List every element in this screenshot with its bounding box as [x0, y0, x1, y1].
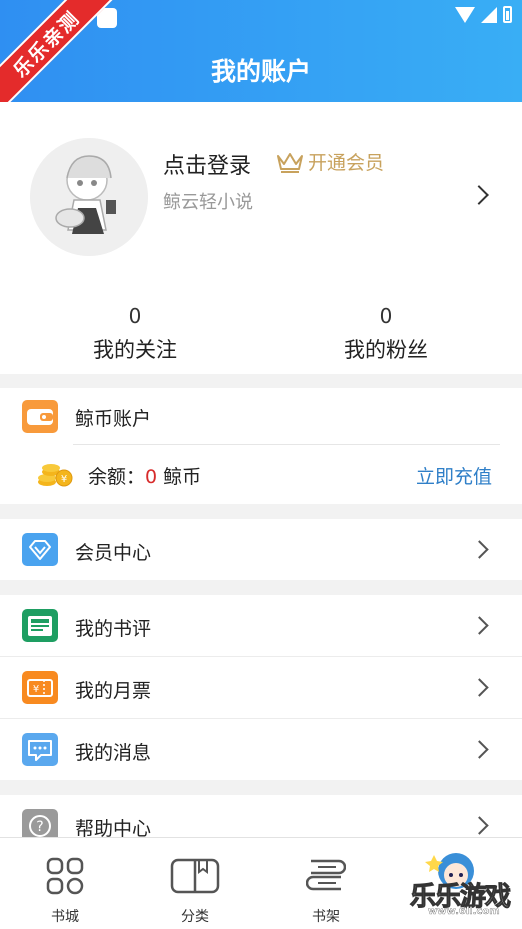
bookshelf-icon: [305, 859, 347, 891]
wallet-header[interactable]: 鲸币账户: [0, 388, 522, 444]
balance-unit: 鲸币: [163, 466, 202, 488]
profile-card: 点击登录 开通会员 鲸云轻小说 0 我的关注 0 我的粉丝: [0, 102, 522, 374]
wallet-title: 鲸币账户: [75, 408, 152, 430]
wifi-icon: [455, 6, 475, 23]
balance-label: 余额：: [88, 466, 146, 488]
login-link[interactable]: 点击登录: [163, 148, 251, 180]
tab-bookshelf[interactable]: 书架: [286, 856, 366, 926]
page-title: 我的账户: [210, 57, 311, 86]
coins-icon: ¥: [38, 464, 73, 487]
chevron-right-icon[interactable]: [469, 185, 489, 205]
tab-label-bookstore: 书城: [51, 909, 79, 925]
tab-label-categories: 分类: [181, 909, 209, 925]
menu-label-monthly-tickets: 我的月票: [75, 680, 152, 702]
tab-label-bookshelf: 书架: [312, 909, 340, 925]
menu-item-vip-center[interactable]: 会员中心: [0, 519, 522, 580]
menu-label-my-reviews: 我的书评: [75, 618, 152, 640]
chevron-right-icon: [470, 616, 489, 635]
chevron-right-icon: [470, 740, 489, 759]
chevron-right-icon: [470, 678, 489, 697]
tab-bookstore[interactable]: 书城: [25, 856, 105, 926]
menu-item-monthly-tickets[interactable]: ¥ 我的月票: [0, 657, 522, 718]
menu-item-my-messages[interactable]: 我的消息: [0, 719, 522, 780]
fans-count: 0: [379, 304, 393, 328]
menu-label-my-messages: 我的消息: [75, 742, 152, 764]
message-icon: [22, 733, 58, 766]
status-bar-icons: [455, 6, 512, 23]
wallet-icon: [22, 400, 58, 433]
following-count: 0: [128, 304, 142, 328]
chevron-right-icon: [470, 816, 489, 835]
svg-text:¥: ¥: [61, 474, 67, 485]
following-label: 我的关注: [93, 338, 177, 362]
book-open-icon: [170, 858, 220, 894]
fans-stat[interactable]: 0 我的粉丝: [296, 304, 476, 364]
svg-text:¥: ¥: [33, 684, 39, 695]
wallet-balance-row: ¥ 余额：0 鲸币 立即充值: [0, 444, 522, 504]
profile-subtitle: 鲸云轻小说: [163, 192, 253, 213]
battery-icon: [503, 6, 512, 23]
tab-categories[interactable]: 分类: [155, 856, 235, 926]
ticket-icon: ¥: [22, 671, 58, 704]
review-icon: [22, 609, 58, 642]
watermark-url: www.6ll.com: [428, 906, 500, 917]
diamond-icon: [22, 533, 58, 566]
wallet-section: 鲸币账户 ¥ 余额：0 鲸币 立即充值: [0, 388, 522, 504]
balance-text: 余额：0 鲸币: [88, 462, 201, 489]
grid-icon: [46, 857, 84, 895]
recharge-button[interactable]: 立即充值: [416, 462, 492, 489]
avatar[interactable]: [30, 138, 148, 256]
menu-item-my-reviews[interactable]: 我的书评: [0, 595, 522, 656]
crown-icon: [277, 152, 303, 173]
balance-value: 0: [145, 466, 158, 488]
fans-label: 我的粉丝: [344, 338, 428, 362]
menu-label-vip-center: 会员中心: [75, 542, 152, 564]
open-vip-button[interactable]: 开通会员: [276, 148, 384, 175]
open-vip-label: 开通会员: [308, 152, 385, 174]
chevron-right-icon: [470, 540, 489, 559]
following-stat[interactable]: 0 我的关注: [45, 304, 225, 364]
signal-icon: [481, 6, 497, 23]
svg-text:?: ?: [36, 819, 43, 835]
